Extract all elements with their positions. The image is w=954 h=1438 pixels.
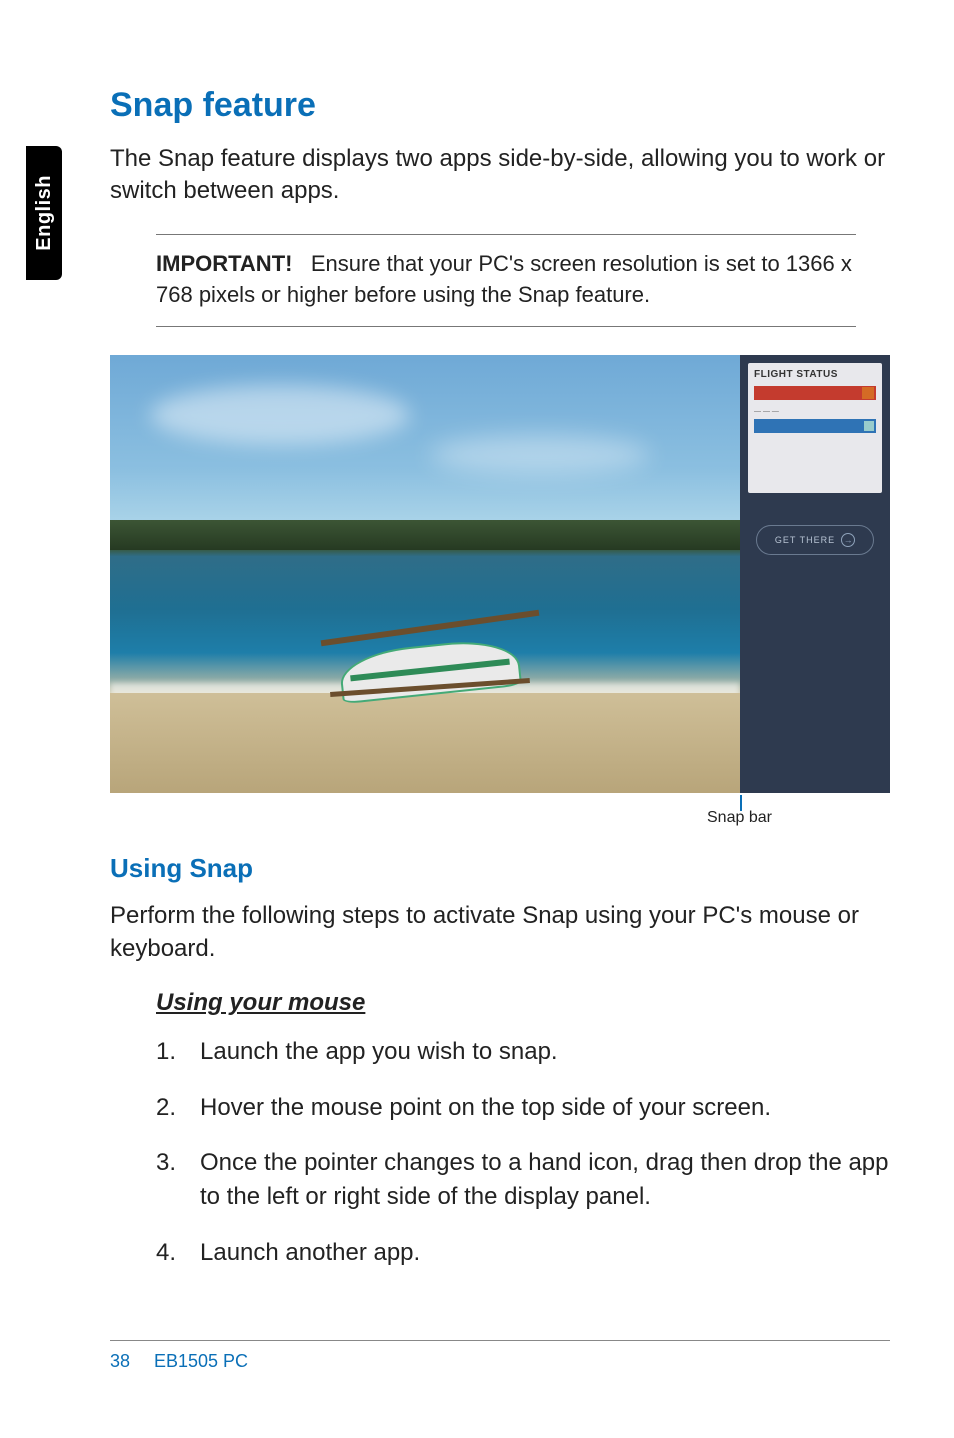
using-snap-heading: Using Snap bbox=[110, 853, 890, 884]
step-text: Once the pointer changes to a hand icon,… bbox=[200, 1146, 890, 1213]
snap-bar-pointer-area: Snap bar bbox=[110, 799, 890, 823]
status-sublabel: — — — bbox=[754, 408, 876, 415]
step-item: 2.Hover the mouse point on the top side … bbox=[156, 1091, 890, 1125]
step-item: 4.Launch another app. bbox=[156, 1236, 890, 1270]
language-label: English bbox=[33, 175, 56, 251]
steps-list: 1.Launch the app you wish to snap. 2.Hov… bbox=[156, 1035, 890, 1269]
important-text: IMPORTANT! Ensure that your PC's screen … bbox=[156, 249, 856, 311]
step-number: 3. bbox=[156, 1146, 200, 1213]
step-number: 1. bbox=[156, 1035, 200, 1069]
step-text: Launch the app you wish to snap. bbox=[200, 1035, 890, 1069]
status-row-blue bbox=[754, 419, 876, 433]
section-heading: Snap feature bbox=[110, 86, 890, 125]
step-item: 3.Once the pointer changes to a hand ico… bbox=[156, 1146, 890, 1213]
using-snap-body: Perform the following steps to activate … bbox=[110, 900, 890, 965]
decorative-island bbox=[110, 520, 740, 550]
important-label: IMPORTANT! bbox=[156, 251, 292, 276]
page-number: 38 bbox=[110, 1351, 154, 1372]
decorative-cloud bbox=[150, 385, 410, 445]
step-item: 1.Launch the app you wish to snap. bbox=[156, 1035, 890, 1069]
status-row-red bbox=[754, 386, 876, 400]
page: English Snap feature The Snap feature di… bbox=[0, 0, 954, 1438]
arrow-circle-icon bbox=[841, 533, 855, 547]
step-number: 2. bbox=[156, 1091, 200, 1125]
using-mouse-heading: Using your mouse bbox=[156, 989, 890, 1017]
flight-status-card: FLIGHT STATUS — — — bbox=[748, 363, 882, 493]
snap-bar-caption: Snap bar bbox=[707, 809, 772, 827]
decorative-boat bbox=[320, 585, 540, 725]
step-number: 4. bbox=[156, 1236, 200, 1270]
flight-status-title: FLIGHT STATUS bbox=[754, 369, 876, 380]
step-text: Launch another app. bbox=[200, 1236, 890, 1270]
decorative-cloud bbox=[430, 435, 650, 475]
get-there-button: GET THERE bbox=[756, 525, 874, 555]
doc-id: EB1505 PC bbox=[154, 1351, 248, 1371]
left-app-photo bbox=[110, 355, 740, 793]
get-there-label: GET THERE bbox=[775, 535, 835, 545]
content-area: Snap feature The Snap feature displays t… bbox=[110, 86, 890, 1291]
important-note: IMPORTANT! Ensure that your PC's screen … bbox=[156, 234, 856, 328]
snap-feature-screenshot: FLIGHT STATUS — — — GET THERE bbox=[110, 355, 890, 793]
page-footer: 38EB1505 PC bbox=[110, 1340, 890, 1372]
lead-paragraph: The Snap feature displays two apps side-… bbox=[110, 143, 890, 208]
right-app-panel: FLIGHT STATUS — — — GET THERE bbox=[740, 355, 890, 793]
language-tab: English bbox=[26, 146, 62, 280]
step-text: Hover the mouse point on the top side of… bbox=[200, 1091, 890, 1125]
